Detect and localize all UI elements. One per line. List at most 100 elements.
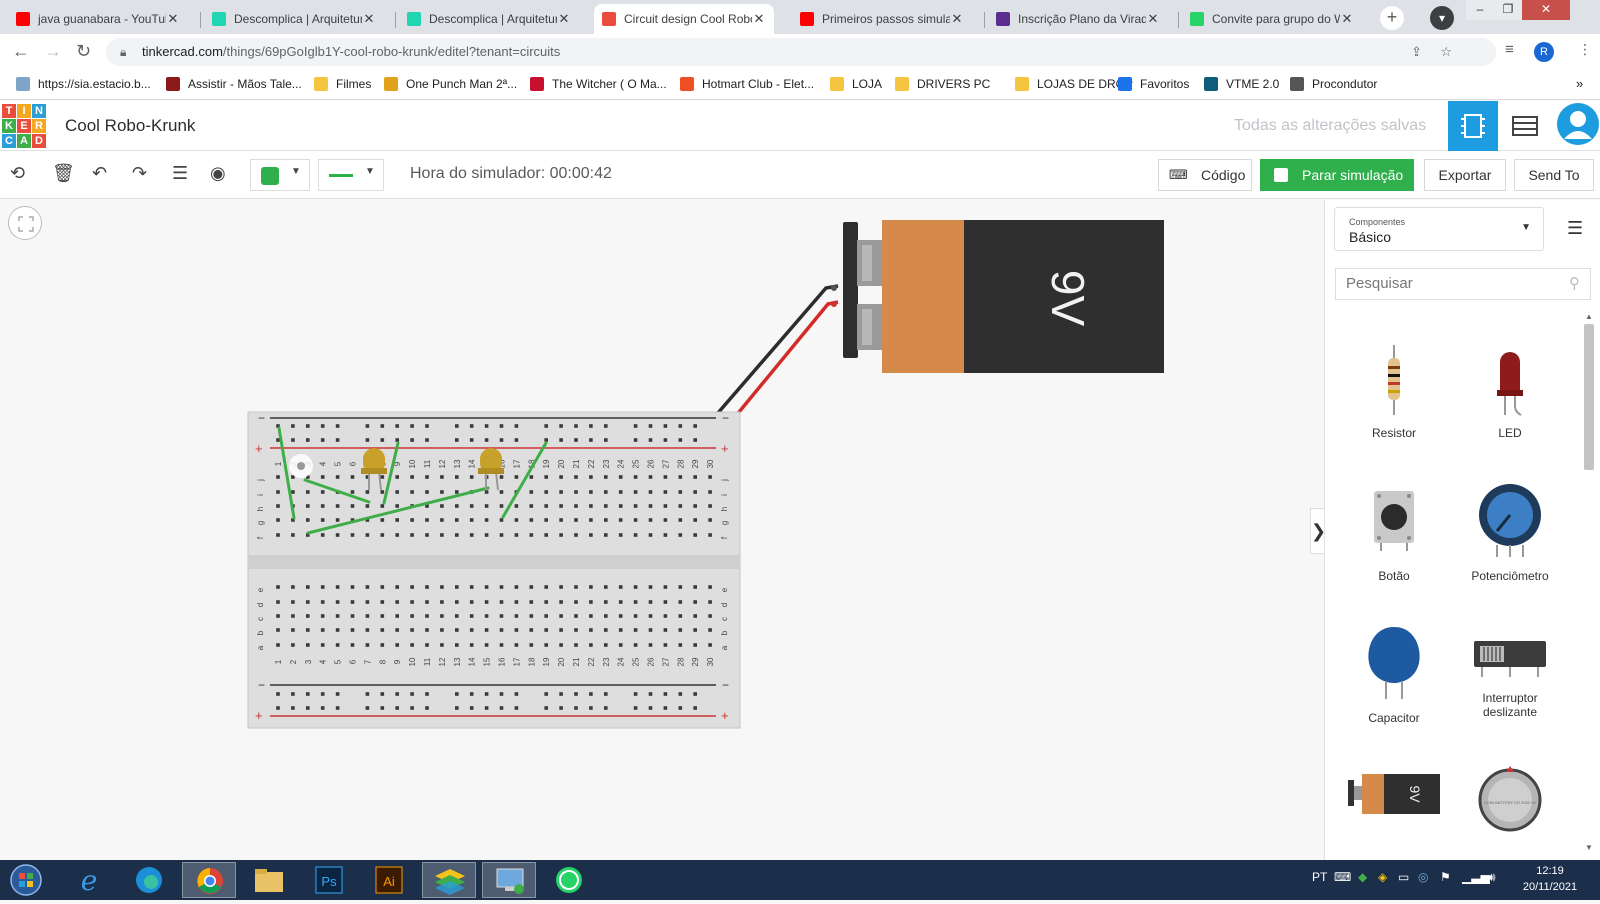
breadboard-hole[interactable]	[320, 490, 325, 494]
breadboard-hole[interactable]	[648, 438, 653, 442]
code-button[interactable]: ⌨︎ Código	[1158, 159, 1252, 191]
breadboard-hole[interactable]	[320, 692, 325, 696]
breadboard-hole[interactable]	[484, 692, 489, 696]
flag-icon[interactable]: ⚑	[1440, 870, 1451, 884]
breadboard-hole[interactable]	[633, 628, 638, 632]
breadboard-hole[interactable]	[529, 585, 534, 589]
breadboard-hole[interactable]	[604, 614, 608, 618]
reload-icon[interactable]: ↻	[76, 41, 91, 62]
breadboard-hole[interactable]	[663, 585, 668, 589]
breadboard-hole[interactable]	[380, 600, 385, 604]
taskbar-chrome[interactable]	[182, 862, 236, 898]
breadboard-hole[interactable]	[440, 504, 444, 508]
breadboard-hole[interactable]	[410, 490, 414, 494]
breadboard-hole[interactable]	[276, 692, 280, 696]
breadboard-hole[interactable]	[529, 504, 534, 508]
breadboard-hole[interactable]	[365, 614, 370, 618]
breadboard-hole[interactable]	[708, 628, 712, 632]
stop-simulation-button[interactable]: Parar simulação	[1260, 159, 1414, 191]
breadboard-hole[interactable]	[276, 706, 280, 710]
breadboard-hole[interactable]	[469, 706, 474, 710]
more-bookmarks-button[interactable]: »	[1576, 76, 1583, 91]
breadboard-hole[interactable]	[678, 490, 683, 494]
browser-tab[interactable]: Convite para grupo do W ✕	[1182, 4, 1362, 34]
breadboard-hole[interactable]	[633, 518, 638, 522]
breadboard-hole[interactable]	[544, 692, 548, 696]
breadboard-hole[interactable]	[648, 692, 653, 696]
breadboard-hole[interactable]	[335, 628, 340, 632]
breadboard-hole[interactable]	[618, 614, 623, 618]
breadboard-hole[interactable]	[648, 628, 653, 632]
breadboard-hole[interactable]	[604, 533, 608, 537]
breadboard-hole[interactable]	[559, 438, 563, 442]
bookmark-star-icon[interactable]: ☆	[1440, 38, 1452, 66]
breadboard-hole[interactable]	[633, 706, 638, 710]
breadboard-hole[interactable]	[559, 706, 563, 710]
breadboard-hole[interactable]	[395, 504, 399, 508]
breadboard-hole[interactable]	[648, 504, 653, 508]
breadboard-hole[interactable]	[693, 628, 697, 632]
breadboard-hole[interactable]	[410, 692, 414, 696]
breadboard-hole[interactable]	[484, 504, 489, 508]
breadboard-hole[interactable]	[708, 614, 712, 618]
breadboard-hole[interactable]	[514, 585, 519, 589]
breadboard-hole[interactable]	[559, 628, 563, 632]
breadboard-hole[interactable]	[484, 706, 489, 710]
breadboard-hole[interactable]	[529, 518, 534, 522]
breadboard-hole[interactable]	[693, 490, 697, 494]
breadboard-hole[interactable]	[410, 600, 414, 604]
breadboard-hole[interactable]	[455, 490, 459, 494]
breadboard-hole[interactable]	[484, 438, 489, 442]
breadboard-hole[interactable]	[544, 504, 548, 508]
breadboard-hole[interactable]	[559, 585, 563, 589]
breadboard-hole[interactable]	[455, 628, 459, 632]
breadboard-hole[interactable]	[484, 490, 489, 494]
breadboard-hole[interactable]	[365, 490, 370, 494]
breadboard-hole[interactable]	[484, 628, 489, 632]
start-button[interactable]	[0, 862, 52, 898]
breadboard-hole[interactable]	[574, 490, 578, 494]
breadboard-hole[interactable]	[306, 490, 310, 494]
breadboard-hole[interactable]	[648, 614, 653, 618]
breadboard-hole[interactable]	[633, 490, 638, 494]
breadboard-hole[interactable]	[604, 475, 608, 479]
breadboard-hole[interactable]	[514, 628, 519, 632]
breadboard-hole[interactable]	[678, 643, 683, 647]
breadboard-hole[interactable]	[484, 600, 489, 604]
breadboard-hole[interactable]	[589, 475, 593, 479]
volume-icon[interactable]: 🔊︎	[1488, 870, 1496, 885]
tab-close-icon[interactable]: ✕	[1340, 11, 1354, 27]
breadboard-hole[interactable]	[410, 628, 414, 632]
forward-icon[interactable]: →	[44, 41, 62, 62]
breadboard-hole[interactable]	[663, 692, 668, 696]
breadboard-hole[interactable]	[335, 614, 340, 618]
breadboard-hole[interactable]	[648, 424, 653, 428]
breadboard-hole[interactable]	[425, 475, 429, 479]
breadboard-hole[interactable]	[574, 585, 578, 589]
breadboard-hole[interactable]	[350, 490, 355, 494]
bookmark-item[interactable]: Hotmart Club - Elet...	[680, 77, 814, 91]
breadboard-hole[interactable]	[514, 600, 519, 604]
breadboard-hole[interactable]	[380, 438, 385, 442]
breadboard-hole[interactable]	[648, 585, 653, 589]
breadboard-hole[interactable]	[499, 475, 504, 479]
browser-tab[interactable]: Descomplica | Arquitetur ✕	[204, 4, 384, 34]
breadboard-hole[interactable]	[320, 614, 325, 618]
component-list-view-button[interactable]	[1500, 101, 1550, 151]
breadboard-hole[interactable]	[648, 518, 653, 522]
taskbar-illustrator[interactable]: Ai	[362, 862, 416, 898]
breadboard-hole[interactable]	[499, 706, 504, 710]
breadboard-hole[interactable]	[395, 643, 399, 647]
breadboard-hole[interactable]	[455, 614, 459, 618]
breadboard-hole[interactable]	[469, 614, 474, 618]
breadboard-hole[interactable]	[529, 475, 534, 479]
breadboard-hole[interactable]	[693, 424, 697, 428]
breadboard-hole[interactable]	[693, 600, 697, 604]
bookmark-item[interactable]: VTME 2.0	[1204, 77, 1279, 91]
breadboard-hole[interactable]	[514, 643, 519, 647]
breadboard-hole[interactable]	[559, 600, 563, 604]
bookmark-item[interactable]: https://sia.estacio.b...	[16, 77, 151, 91]
tab-close-icon[interactable]: ✕	[950, 11, 964, 27]
breadboard-hole[interactable]	[693, 533, 697, 537]
bookmark-item[interactable]: Favoritos	[1118, 77, 1189, 91]
